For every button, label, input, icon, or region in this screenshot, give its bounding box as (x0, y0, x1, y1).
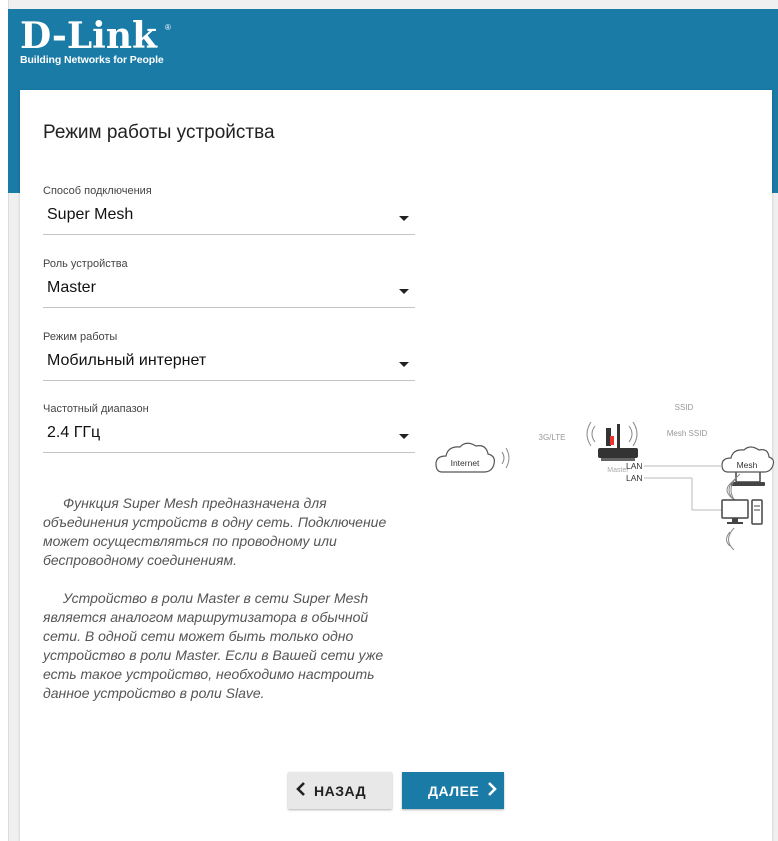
dropdown-arrow-icon (399, 216, 409, 221)
operation-mode-value: Мобильный интернет (47, 352, 207, 369)
wizard-card: Режим работы устройства Способ подключен… (20, 90, 775, 841)
logo-tagline: Building Networks for People (20, 54, 164, 66)
device-role-select[interactable]: Master (43, 277, 415, 308)
next-button[interactable]: ДАЛЕЕ (402, 772, 504, 809)
mesh-label: Mesh (737, 460, 758, 470)
frequency-band-value: 2.4 ГГц (47, 424, 101, 441)
dropdown-arrow-icon (399, 289, 409, 294)
chevron-right-icon (487, 781, 498, 800)
lan-label-1: LAN (626, 461, 643, 471)
desktop-icon (721, 499, 763, 525)
device-role-label: Роль устройства (43, 258, 128, 270)
dropdown-arrow-icon (399, 434, 409, 439)
chevron-left-icon (296, 781, 306, 800)
connection-method-field: Способ подключения Super Mesh (43, 185, 415, 235)
connection-method-select[interactable]: Super Mesh (43, 204, 415, 235)
frequency-band-select[interactable]: 2.4 ГГц (43, 422, 415, 453)
back-button-label: НАЗАД (314, 782, 367, 799)
lan-label-2: LAN (626, 473, 643, 483)
page-title: Режим работы устройства (43, 122, 275, 143)
logo-registered-mark: ® (165, 23, 171, 32)
ssid-label: SSID (675, 403, 694, 412)
device-role-value: Master (47, 279, 96, 296)
description-paragraph: Функция Super Mesh предназначена для объ… (43, 495, 387, 568)
mode-description: Функция Super Mesh предназначена для объ… (43, 494, 403, 722)
network-diagram-lower: Mesh LAN LAN (626, 446, 775, 525)
next-button-label: ДАЛЕЕ (428, 782, 480, 799)
dlink-logo: D-Link ® Building Networks for People (20, 15, 171, 66)
connection-method-label: Способ подключения (43, 185, 152, 197)
connection-method-value: Super Mesh (47, 206, 134, 223)
operation-mode-label: Режим работы (43, 331, 118, 343)
dropdown-arrow-icon (399, 362, 409, 367)
logo-wordmark: D-Link (20, 15, 157, 57)
frequency-band-field: Частотный диапазон 2.4 ГГц (43, 403, 415, 453)
description-paragraph: Устройство в роли Master в сети Super Me… (43, 590, 384, 701)
device-role-field: Роль устройства Master (43, 258, 415, 308)
back-button[interactable]: НАЗАД (288, 772, 392, 809)
operation-mode-field: Режим работы Мобильный интернет (43, 331, 415, 381)
frequency-band-label: Частотный диапазон (43, 403, 149, 415)
operation-mode-select[interactable]: Мобильный интернет (43, 350, 415, 381)
